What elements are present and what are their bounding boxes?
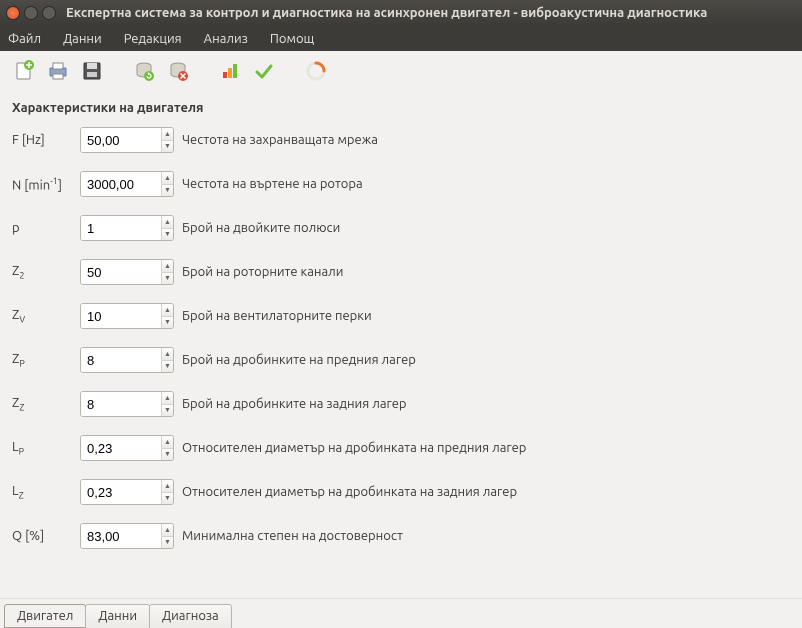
titlebar: Експертна система за контрол и диагности… — [0, 0, 802, 26]
spin-up-zz[interactable]: ▲ — [162, 392, 173, 405]
spin-down-lp[interactable]: ▼ — [162, 449, 173, 461]
input-f[interactable] — [81, 128, 161, 152]
menu-help[interactable]: Помощ — [270, 32, 314, 46]
print-icon[interactable] — [44, 57, 72, 85]
spinner-q[interactable]: ▲▼ — [80, 523, 174, 549]
field-desc-q: Минимална степен на достоверност — [182, 529, 403, 543]
db-refresh-icon[interactable] — [130, 57, 158, 85]
spin-down-z2[interactable]: ▼ — [162, 273, 173, 285]
field-label-z2: Z2 — [12, 264, 72, 281]
input-z2[interactable] — [81, 260, 161, 284]
field-desc-lz: Относителен диаметър на дробинката на за… — [182, 485, 517, 499]
input-zz[interactable] — [81, 392, 161, 416]
menu-analysis[interactable]: Анализ — [204, 32, 248, 46]
tab-diag[interactable]: Диагноза — [149, 604, 232, 628]
save-icon[interactable] — [78, 57, 106, 85]
bottom-tabs: ДвигателДанниДиагноза — [0, 598, 802, 628]
window-title: Експертна система за контрол и диагности… — [66, 6, 707, 20]
tab-data[interactable]: Данни — [85, 604, 150, 628]
field-label-n: N [min-1] — [12, 176, 72, 192]
spin-down-n[interactable]: ▼ — [162, 185, 173, 197]
field-row-zp: ZP ▲▼ Брой на дробинките на предния лагер — [12, 347, 790, 373]
menubar: Файл Данни Редакция Анализ Помощ — [0, 26, 802, 51]
input-zp[interactable] — [81, 348, 161, 372]
input-p[interactable] — [81, 216, 161, 240]
spin-down-p[interactable]: ▼ — [162, 229, 173, 241]
spinner-p[interactable]: ▲▼ — [80, 215, 174, 241]
field-label-lz: LZ — [12, 484, 72, 501]
menu-file[interactable]: Файл — [8, 32, 41, 46]
field-row-lz: LZ ▲▼ Относителен диаметър на дробинката н… — [12, 479, 790, 505]
spin-up-z2[interactable]: ▲ — [162, 260, 173, 273]
spin-down-q[interactable]: ▼ — [162, 537, 173, 549]
field-row-f: F [Hz] ▲▼ Честота на захранващата мрежа — [12, 127, 790, 153]
tab-engine[interactable]: Двигател — [4, 604, 86, 628]
spin-up-lp[interactable]: ▲ — [162, 436, 173, 449]
field-row-zv: ZV ▲▼ Брой на вентилаторните перки — [12, 303, 790, 329]
input-q[interactable] — [81, 524, 161, 548]
spin-up-f[interactable]: ▲ — [162, 128, 173, 141]
field-label-p: p — [12, 221, 72, 235]
spin-down-zz[interactable]: ▼ — [162, 405, 173, 417]
field-desc-zz: Брой на дробинките на задния лагер — [182, 397, 407, 411]
spinner-z2[interactable]: ▲▼ — [80, 259, 174, 285]
check-icon[interactable] — [250, 57, 278, 85]
section-title: Характеристики на двигателя — [12, 101, 790, 115]
spin-down-lz[interactable]: ▼ — [162, 493, 173, 505]
toolbar — [0, 51, 802, 91]
field-label-lp: LP — [12, 440, 72, 457]
field-label-zz: ZZ — [12, 396, 72, 413]
spinner-zv[interactable]: ▲▼ — [80, 303, 174, 329]
content-area: Характеристики на двигателя F [Hz]▲▼Чест… — [0, 91, 802, 598]
input-n[interactable] — [81, 172, 161, 196]
field-desc-p: Брой на двойките полюси — [182, 221, 340, 235]
spin-down-f[interactable]: ▼ — [162, 141, 173, 153]
db-delete-icon[interactable] — [164, 57, 192, 85]
spin-up-q[interactable]: ▲ — [162, 524, 173, 537]
close-icon[interactable] — [6, 6, 20, 20]
field-desc-lp: Относителен диаметър на дробинката на пр… — [182, 441, 526, 455]
spinner-lp[interactable]: ▲▼ — [80, 435, 174, 461]
field-label-zp: ZP — [12, 352, 72, 369]
field-desc-z2: Брой на роторните канали — [182, 265, 344, 279]
field-label-zv: ZV — [12, 308, 72, 325]
spinner-n[interactable]: ▲▼ — [80, 171, 174, 197]
spin-down-zp[interactable]: ▼ — [162, 361, 173, 373]
spinner-zz[interactable]: ▲▼ — [80, 391, 174, 417]
field-row-lp: LP ▲▼ Относителен диаметър на дробинката н… — [12, 435, 790, 461]
field-label-f: F [Hz] — [12, 133, 72, 147]
field-row-z2: Z2 ▲▼ Брой на роторните канали — [12, 259, 790, 285]
loader-icon[interactable] — [302, 57, 330, 85]
menu-data[interactable]: Данни — [63, 32, 102, 46]
spinner-lz[interactable]: ▲▼ — [80, 479, 174, 505]
input-zv[interactable] — [81, 304, 161, 328]
input-lp[interactable] — [81, 436, 161, 460]
spin-up-zp[interactable]: ▲ — [162, 348, 173, 361]
field-row-zz: ZZ ▲▼ Брой на дробинките на задния лагер — [12, 391, 790, 417]
field-row-n: N [min-1] ▲▼ Честота на въртене на ротора — [12, 171, 790, 197]
window-controls — [6, 6, 56, 20]
spinner-f[interactable]: ▲▼ — [80, 127, 174, 153]
field-desc-zv: Брой на вентилаторните перки — [182, 309, 372, 323]
input-lz[interactable] — [81, 480, 161, 504]
field-desc-f: Честота на захранващата мрежа — [182, 133, 378, 147]
menu-edit[interactable]: Редакция — [124, 32, 182, 46]
new-doc-icon[interactable] — [10, 57, 38, 85]
chart-icon[interactable] — [216, 57, 244, 85]
spin-down-zv[interactable]: ▼ — [162, 317, 173, 329]
field-row-q: Q [%] ▲▼ Минимална степен на достоверност — [12, 523, 790, 549]
field-desc-n: Честота на въртене на ротора — [182, 177, 363, 191]
spin-up-p[interactable]: ▲ — [162, 216, 173, 229]
spin-up-zv[interactable]: ▲ — [162, 304, 173, 317]
fields-container: F [Hz]▲▼Честота на захранващата мрежаN [… — [12, 127, 790, 549]
field-row-p: p ▲▼ Брой на двойките полюси — [12, 215, 790, 241]
spin-up-n[interactable]: ▲ — [162, 172, 173, 185]
field-label-q: Q [%] — [12, 529, 72, 543]
field-desc-zp: Брой на дробинките на предния лагер — [182, 353, 416, 367]
spinner-zp[interactable]: ▲▼ — [80, 347, 174, 373]
minimize-icon[interactable] — [24, 6, 38, 20]
spin-up-lz[interactable]: ▲ — [162, 480, 173, 493]
maximize-icon[interactable] — [42, 6, 56, 20]
